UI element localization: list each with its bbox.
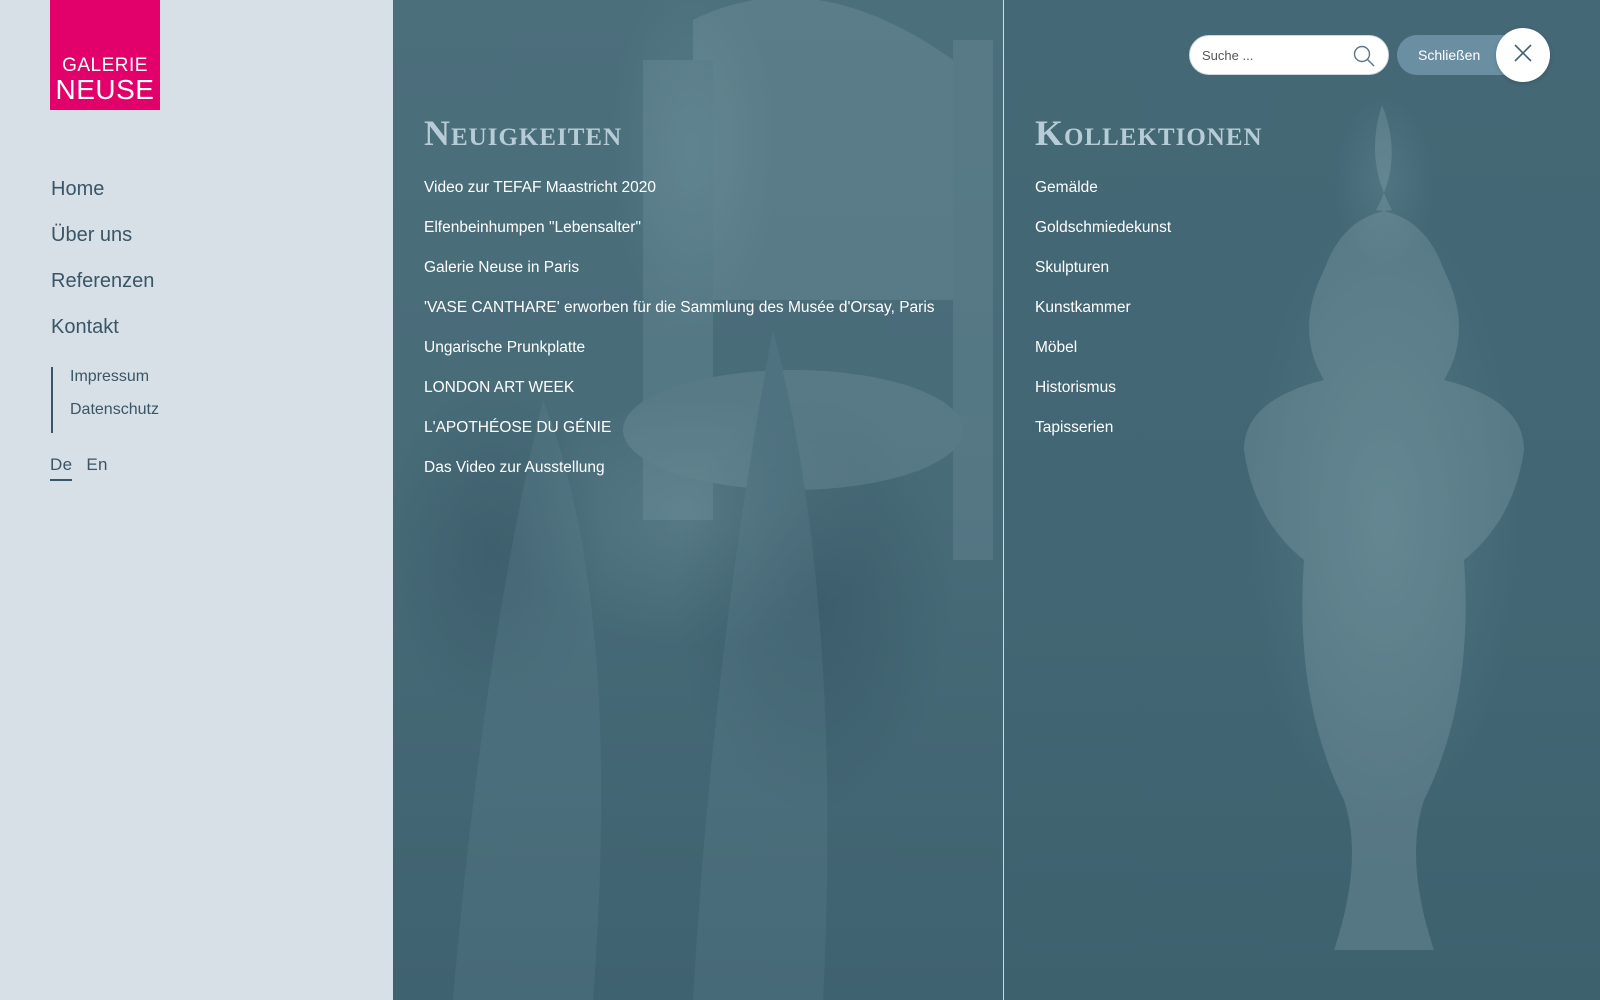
collection-item[interactable]: Gemälde — [1035, 178, 1171, 218]
news-item[interactable]: L'APOTHÉOSE DU GÉNIE — [424, 418, 935, 458]
search-box — [1189, 35, 1389, 75]
news-item[interactable]: Das Video zur Ausstellung — [424, 458, 935, 498]
collection-item[interactable]: Goldschmiedekunst — [1035, 218, 1171, 258]
lang-de[interactable]: De — [50, 455, 73, 481]
search-icon[interactable] — [1352, 44, 1376, 68]
galerie-neuse-logo[interactable]: GALERIE NEUSE — [50, 0, 160, 110]
nav-datenschutz[interactable]: Datenschutz — [70, 400, 159, 433]
logo-line-1: GALERIE — [62, 55, 148, 76]
news-item[interactable]: Video zur TEFAF Maastricht 2020 — [424, 178, 935, 218]
nav-kontakt[interactable]: Kontakt — [51, 314, 154, 360]
sidebar: GALERIE NEUSE Home Über uns Referenzen K… — [0, 0, 393, 1000]
collection-item[interactable]: Tapisserien — [1035, 418, 1171, 458]
nav-referenzen[interactable]: Referenzen — [51, 268, 154, 314]
language-switcher: De En — [50, 455, 108, 481]
close-icon-button[interactable] — [1496, 28, 1550, 82]
collection-item[interactable]: Möbel — [1035, 338, 1171, 378]
news-heading: Neuigkeiten — [424, 113, 623, 153]
nav-impressum[interactable]: Impressum — [70, 367, 159, 400]
close-label: Schließen — [1418, 47, 1481, 63]
collection-item[interactable]: Skulpturen — [1035, 258, 1171, 298]
news-item[interactable]: Galerie Neuse in Paris — [424, 258, 935, 298]
nav-home[interactable]: Home — [51, 176, 154, 222]
news-item[interactable]: Elfenbeinhumpen "Lebensalter" — [424, 218, 935, 258]
lang-en[interactable]: En — [86, 455, 107, 481]
search-input[interactable] — [1202, 47, 1342, 63]
sub-nav: Impressum Datenschutz — [51, 367, 159, 433]
collections-list: Gemälde Goldschmiedekunst Skulpturen Kun… — [1035, 178, 1171, 458]
news-list: Video zur TEFAF Maastricht 2020 Elfenbei… — [424, 178, 935, 498]
logo-line-2: NEUSE — [55, 74, 155, 105]
close-icon — [1513, 43, 1533, 68]
main-nav: Home Über uns Referenzen Kontakt — [51, 176, 154, 360]
news-item[interactable]: 'VASE CANTHARE' erworben für die Sammlun… — [424, 298, 935, 338]
news-item[interactable]: Ungarische Prunkplatte — [424, 338, 935, 378]
news-item[interactable]: LONDON ART WEEK — [424, 378, 935, 418]
collection-item[interactable]: Historismus — [1035, 378, 1171, 418]
collection-item[interactable]: Kunstkammer — [1035, 298, 1171, 338]
nav-ueber-uns[interactable]: Über uns — [51, 222, 154, 268]
collections-heading: Kollektionen — [1035, 113, 1263, 153]
column-divider — [1003, 0, 1004, 1000]
